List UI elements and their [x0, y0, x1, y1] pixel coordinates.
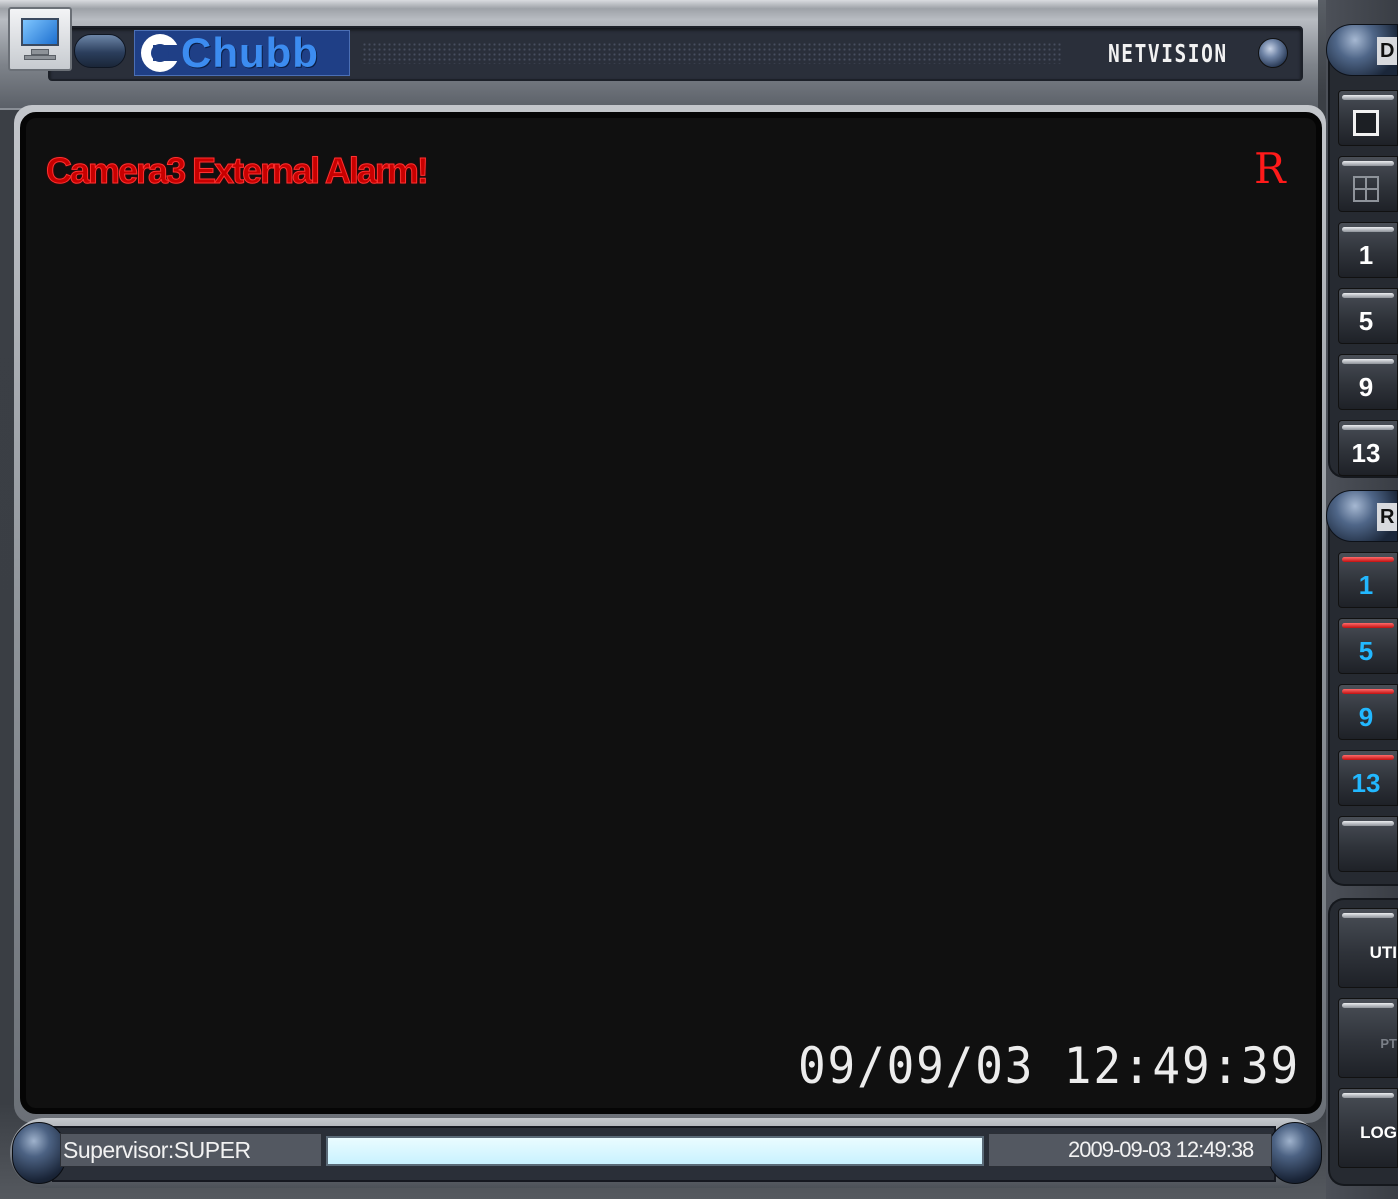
display-channel-5-button[interactable]: 5	[1338, 288, 1398, 344]
status-progress-bar	[326, 1136, 984, 1166]
quad-view-icon	[1353, 176, 1379, 202]
chubb-c-logo-icon	[141, 34, 179, 72]
record-channel-9-label: 9	[1358, 701, 1374, 732]
display-channel-13-button[interactable]: 13	[1338, 420, 1398, 476]
brand-logo: Chubb	[134, 30, 350, 76]
single-view-button[interactable]	[1338, 90, 1398, 146]
dot-pattern-decoration	[362, 42, 1062, 64]
log-button[interactable]: LOG	[1338, 1088, 1398, 1168]
ptz-button[interactable]: PT	[1338, 998, 1398, 1078]
osd-timestamp: 09/09/03 12:49:39	[798, 1037, 1301, 1095]
display-channel-13-label: 13	[1351, 437, 1381, 468]
display-channel-5-label: 5	[1358, 305, 1374, 336]
log-label: LOG	[1360, 1123, 1397, 1142]
record-channel-5-label: 5	[1358, 635, 1374, 666]
display-channel-1-label: 1	[1358, 239, 1374, 270]
record-channel-1-label: 1	[1358, 569, 1374, 600]
status-datetime: 2009-09-03 12:49:38	[1068, 1137, 1254, 1162]
brand-name: Chubb	[181, 29, 319, 76]
monitor-icon[interactable]	[8, 7, 72, 71]
record-channel-9-button[interactable]: 9	[1338, 684, 1398, 740]
record-channel-13-label: 13	[1351, 767, 1381, 798]
display-group-label: D	[1377, 37, 1397, 65]
ptz-label: PT	[1380, 1035, 1397, 1051]
title-pill-decoration	[74, 34, 126, 68]
display-channel-1-button[interactable]: 1	[1338, 222, 1398, 278]
record-group-label: R	[1377, 503, 1397, 531]
utility-label: UTI	[1369, 943, 1397, 962]
quad-view-button[interactable]	[1338, 156, 1398, 212]
record-channel-5-button[interactable]: 5	[1338, 618, 1398, 674]
camera-view[interactable]	[20, 112, 1322, 1114]
menu-knob-icon[interactable]	[1258, 38, 1288, 68]
display-channel-9-label: 9	[1358, 371, 1374, 402]
status-right-cap	[1268, 1122, 1322, 1184]
status-user: Supervisor:SUPER	[63, 1137, 251, 1163]
alarm-message: Camera3 External Alarm!	[46, 150, 430, 192]
status-progress-fill	[328, 1138, 982, 1164]
display-group-cap[interactable]: D	[1326, 24, 1398, 76]
single-view-icon	[1353, 110, 1379, 136]
status-left-cap	[12, 1122, 66, 1184]
record-extra-button[interactable]	[1338, 816, 1398, 872]
display-channel-9-button[interactable]: 9	[1338, 354, 1398, 410]
record-group-cap[interactable]: R	[1326, 490, 1398, 542]
utility-button[interactable]: UTI	[1338, 908, 1398, 988]
product-name: NETVISION	[1108, 39, 1228, 68]
record-indicator: R	[1254, 144, 1286, 193]
record-channel-13-button[interactable]: 13	[1338, 750, 1398, 806]
record-channel-1-button[interactable]: 1	[1338, 552, 1398, 608]
